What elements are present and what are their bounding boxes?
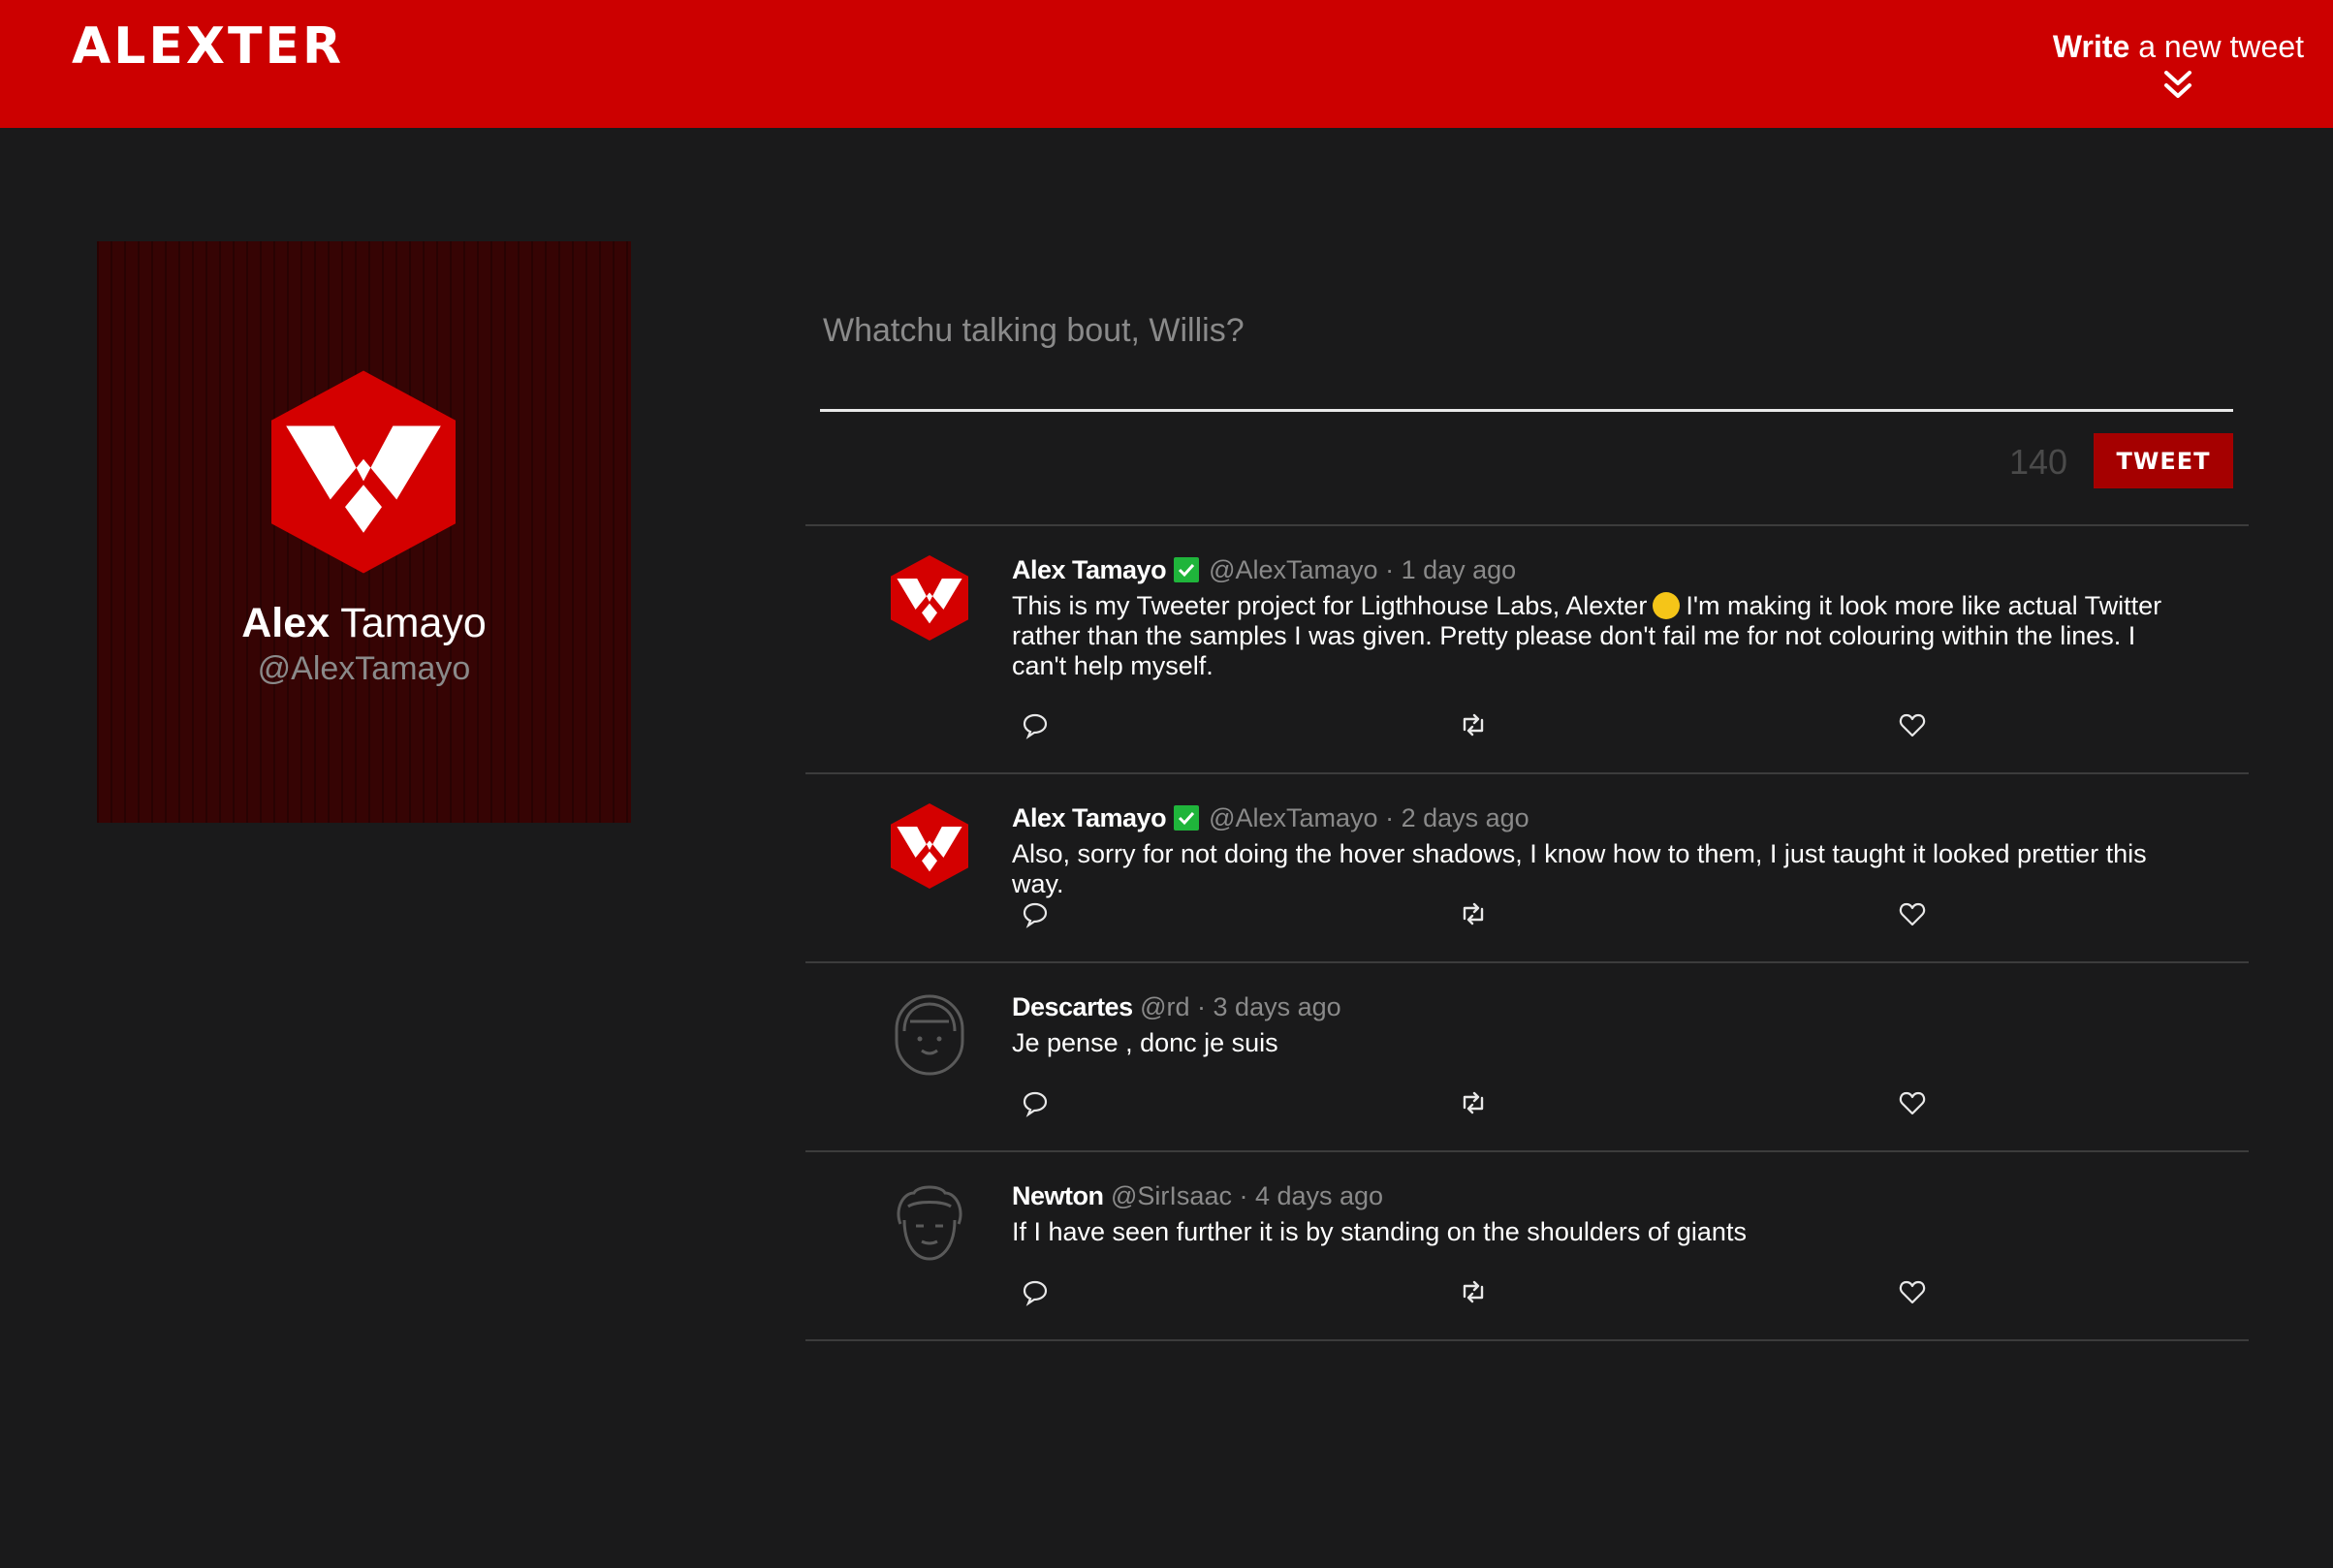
write-new-tweet-label: Write a new tweet: [2052, 29, 2304, 64]
profile-handle: @AlexTamayo: [257, 650, 471, 687]
retweet-icon[interactable]: [1459, 710, 1488, 739]
tweet-text: Je pense , donc je suis: [1012, 1028, 1278, 1057]
tweet-author-handle[interactable]: @SirIsaac: [1111, 1181, 1232, 1210]
grinning-squinting-face-icon: [1653, 592, 1681, 619]
comment-icon[interactable]: [1021, 1277, 1050, 1306]
tweet-timestamp: 1 day ago: [1401, 555, 1517, 584]
tweet-author-name[interactable]: Descartes: [1012, 992, 1133, 1021]
tweet-actions: [1021, 1088, 1932, 1117]
retweet-icon[interactable]: [1459, 899, 1488, 928]
tweet-header: Alex Tamayo @AlexTamayo · 1 day ago: [1012, 555, 1517, 584]
profile-name: Alex Tamayo: [241, 600, 487, 646]
user-avatar: [897, 1185, 962, 1261]
tweet-actions: [1021, 710, 1932, 739]
tweet-header: Descartes @rd · 3 days ago: [1012, 992, 1341, 1021]
tweet-author-handle[interactable]: @rd: [1140, 992, 1189, 1021]
tweet-card: Newton @SirIsaac · 4 days ago If I have …: [805, 1152, 2249, 1341]
profile-avatar: [271, 370, 456, 574]
tweet-actions: [1021, 899, 1932, 928]
user-avatar: [891, 803, 968, 889]
tweet-card: Alex Tamayo @AlexTamayo · 1 day ago This …: [805, 526, 2249, 774]
tweet-author-name[interactable]: Newton: [1012, 1181, 1104, 1210]
double-chevron-down-icon: [2164, 71, 2192, 98]
heart-icon[interactable]: [1898, 1088, 1927, 1117]
verified-check-icon: [1174, 805, 1200, 831]
tweet-author-handle[interactable]: @AlexTamayo: [1209, 803, 1377, 832]
profile-card: Alex Tamayo @AlexTamayo: [97, 241, 631, 823]
write-new-tweet-toggle[interactable]: Write a new tweet: [2053, 29, 2304, 102]
retweet-icon[interactable]: [1459, 1088, 1488, 1117]
tweet-feed: Alex Tamayo @AlexTamayo · 1 day ago This …: [805, 524, 2249, 1341]
tweet-header: Alex Tamayo @AlexTamayo · 2 days ago: [1012, 803, 1529, 832]
top-nav-bar: ALEXTER Write a new tweet: [0, 0, 2333, 128]
tweet-author-name[interactable]: Alex Tamayo: [1012, 555, 1167, 584]
verified-check-icon: [1174, 557, 1200, 582]
tweet-timestamp: 2 days ago: [1401, 803, 1529, 832]
comment-icon[interactable]: [1021, 899, 1050, 928]
tweet-timestamp: 3 days ago: [1213, 992, 1341, 1021]
user-avatar: [895, 994, 964, 1076]
tweet-author-name[interactable]: Alex Tamayo: [1012, 803, 1167, 832]
tweet-author-handle[interactable]: @AlexTamayo: [1209, 555, 1377, 584]
tweet-card: Descartes @rd · 3 days ago Je pense , do…: [805, 963, 2249, 1152]
comment-icon[interactable]: [1021, 710, 1050, 739]
tweet-text: If I have seen further it is by standing…: [1012, 1217, 1747, 1246]
tweet-card: Alex Tamayo @AlexTamayo · 2 days ago Also…: [805, 774, 2249, 963]
heart-icon[interactable]: [1898, 899, 1927, 928]
compose-tweet-form: 140 TWEET: [820, 291, 2233, 488]
tweet-text: This is my Tweeter project for Ligthhous…: [1012, 591, 2162, 680]
tweet-text: Also, sorry for not doing the hover shad…: [1012, 839, 2147, 898]
app-logo[interactable]: ALEXTER: [72, 17, 344, 76]
tweet-input[interactable]: [820, 291, 2233, 412]
tweet-header: Newton @SirIsaac · 4 days ago: [1012, 1181, 1384, 1210]
retweet-icon[interactable]: [1459, 1277, 1488, 1306]
character-counter: 140: [2009, 442, 2068, 482]
comment-icon[interactable]: [1021, 1088, 1050, 1117]
tweet-actions: [1021, 1277, 1932, 1306]
tweet-button[interactable]: TWEET: [2094, 433, 2233, 488]
heart-icon[interactable]: [1898, 710, 1927, 739]
tweet-timestamp: 4 days ago: [1254, 1181, 1384, 1210]
heart-icon[interactable]: [1898, 1277, 1927, 1306]
user-avatar: [891, 555, 968, 641]
